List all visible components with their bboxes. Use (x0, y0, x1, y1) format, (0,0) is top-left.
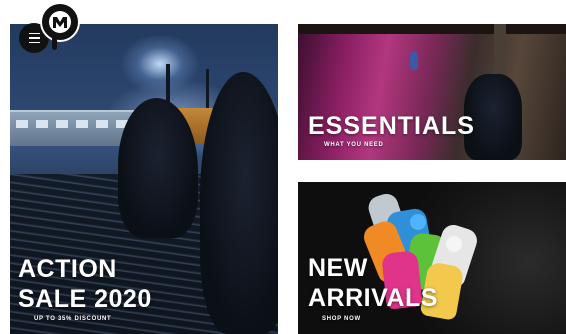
train-window (96, 120, 108, 128)
arrivals-title-line2: ARRIVALS (308, 284, 438, 312)
spray-cap (410, 214, 426, 230)
arrivals-title-line1: NEW (308, 254, 368, 282)
essentials-tile[interactable]: ESSENTIALS WHAT YOU NEED (298, 24, 566, 160)
action-subtitle: UP TO 35% DISCOUNT (34, 316, 112, 322)
ceiling-strip (298, 24, 566, 34)
spray-can (410, 52, 418, 70)
logo-drip (52, 38, 57, 50)
hamburger-menu-icon (28, 31, 40, 45)
page: ACTION SALE 2020 UP TO 35% DISCOUNT ESSE… (0, 0, 566, 334)
train-window (56, 120, 68, 128)
brand-logo-icon[interactable] (40, 2, 80, 42)
action-title-line1: ACTION (18, 255, 117, 283)
train-window (36, 120, 48, 128)
essentials-subtitle: WHAT YOU NEED (324, 142, 384, 148)
arrivals-subtitle: SHOP NOW (322, 316, 361, 322)
logo-letter-m-icon (53, 17, 67, 28)
train-window (16, 120, 28, 128)
hooded-figure (200, 72, 278, 334)
action-title-line2: SALE 2020 (18, 285, 152, 313)
crouching-figure (118, 98, 198, 238)
logo-ring (49, 11, 71, 33)
train-window (76, 120, 88, 128)
action-sale-tile[interactable]: ACTION SALE 2020 UP TO 35% DISCOUNT (10, 24, 278, 334)
new-arrivals-tile[interactable]: NEW ARRIVALS SHOP NOW (298, 182, 566, 334)
spray-cap (446, 236, 462, 252)
essentials-title: ESSENTIALS (308, 112, 475, 140)
